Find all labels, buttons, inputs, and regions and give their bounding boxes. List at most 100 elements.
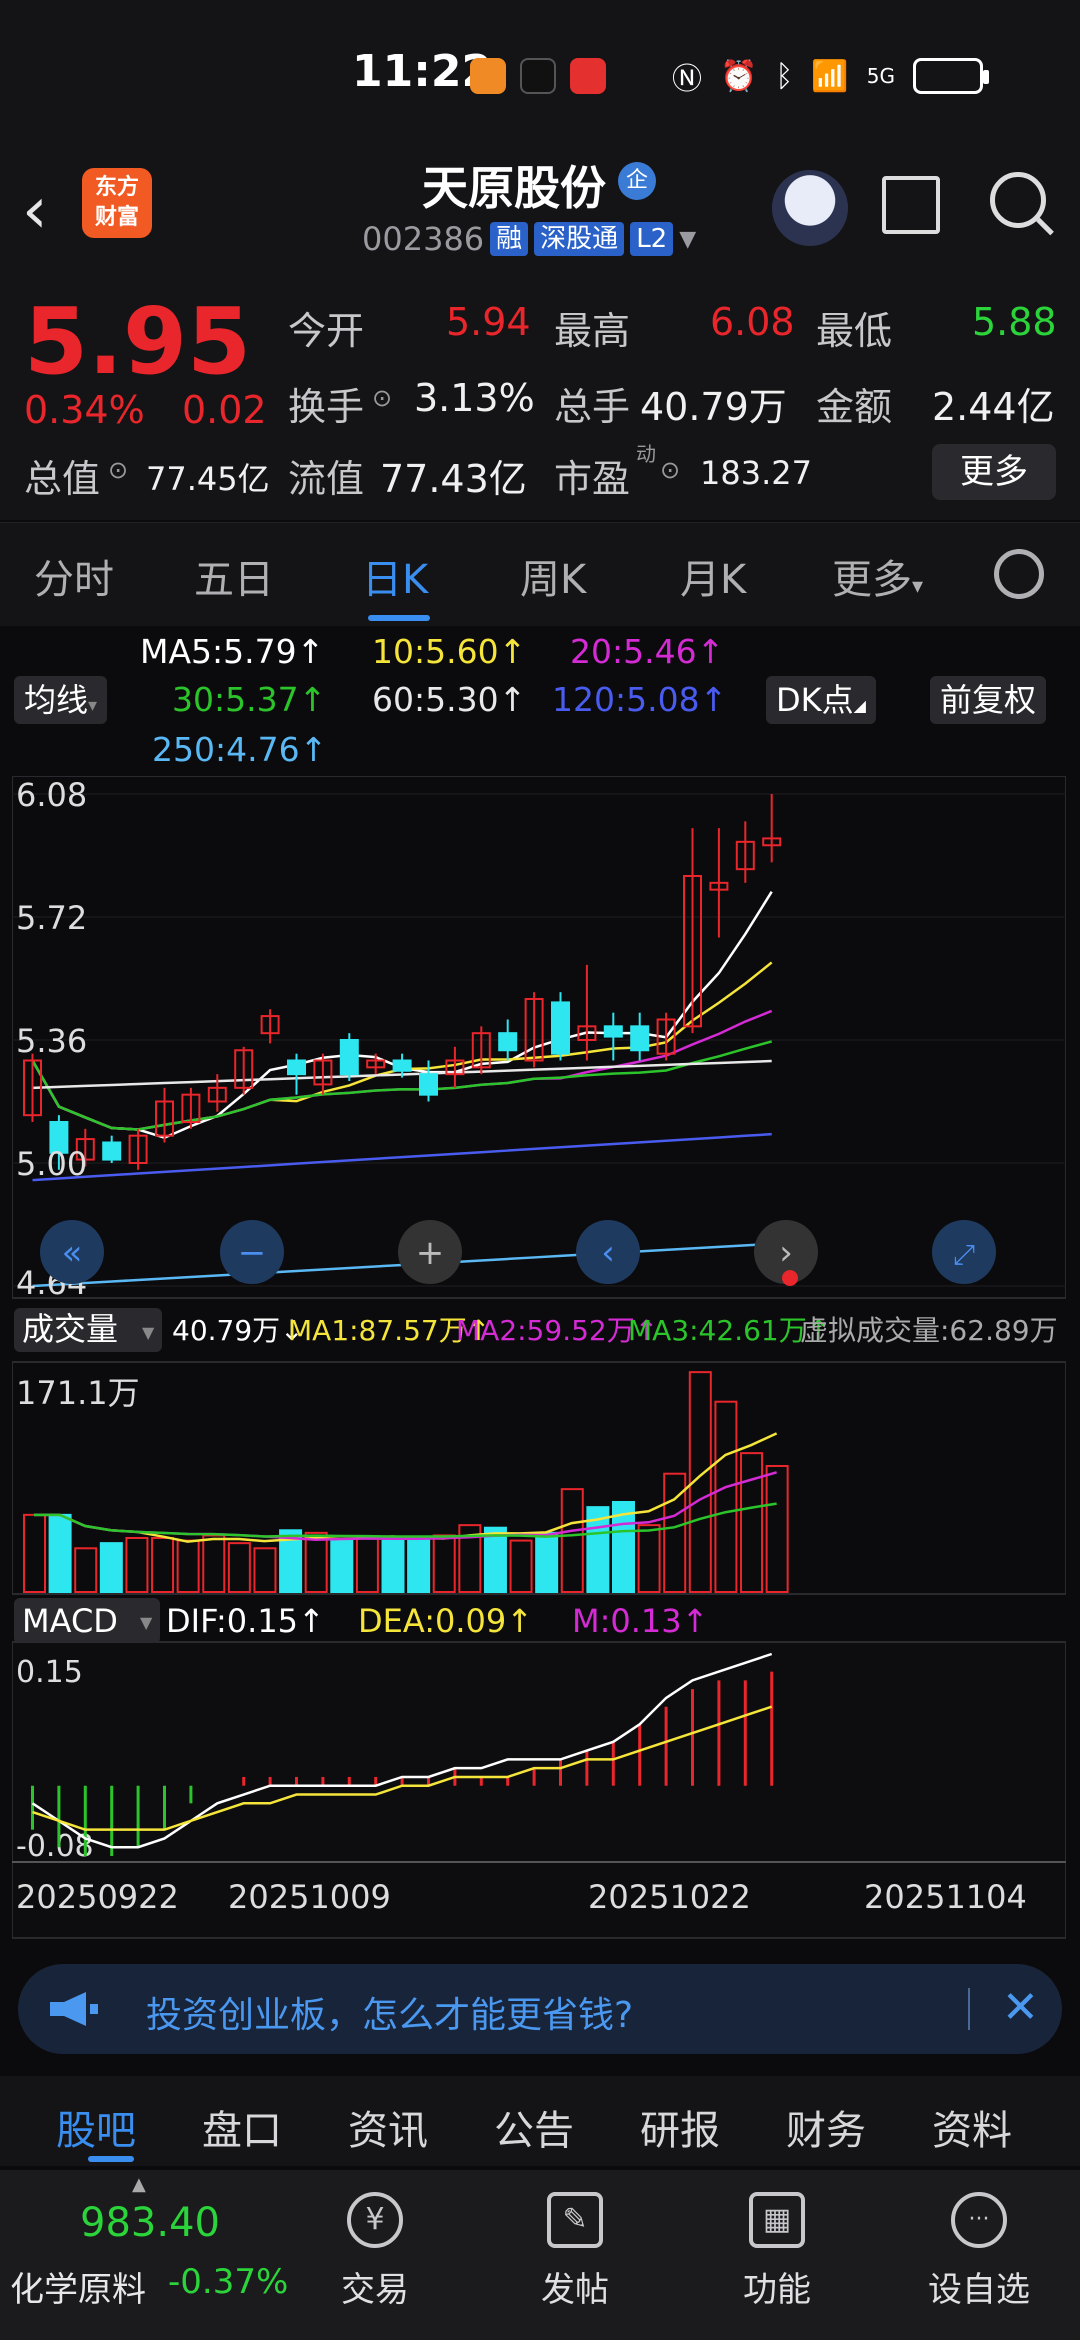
total-cap-info-icon[interactable]: ⊙ bbox=[108, 456, 128, 484]
macd-header: MACD bbox=[22, 1602, 118, 1640]
low-label: 最低 bbox=[816, 309, 893, 353]
volume-bar bbox=[432, 1534, 456, 1594]
tab-research[interactable]: 研报 bbox=[640, 2098, 720, 2156]
candle-body bbox=[419, 1073, 438, 1096]
turnover-value: 3.13% bbox=[414, 376, 535, 420]
yen-trade-icon: ¥ bbox=[347, 2192, 403, 2248]
tab-five-day[interactable]: 五日 bbox=[194, 547, 274, 605]
pe-label: 市盈 bbox=[554, 457, 631, 501]
share-icon[interactable] bbox=[882, 176, 940, 234]
kline-chart[interactable]: 6.085.725.365.004.64 « − + ‹ › ⤢ 成交量 ▼ 4… bbox=[12, 776, 1066, 1946]
tab-weekly-k[interactable]: 周K bbox=[520, 547, 586, 605]
pe-info-icon[interactable]: ⊙ bbox=[660, 456, 680, 484]
tab-active-underline bbox=[368, 615, 430, 621]
ma30-label: 30:5.37↑ bbox=[172, 680, 327, 719]
y-tick-label: 6.08 bbox=[16, 776, 87, 814]
search-icon[interactable] bbox=[990, 172, 1046, 228]
change-percent: 0.34% bbox=[24, 388, 145, 432]
dk-point-label: DK点 bbox=[776, 681, 854, 719]
assistant-robot-icon[interactable] bbox=[772, 170, 848, 246]
vol-ma1-line bbox=[34, 1432, 778, 1543]
date-3: 20251022 bbox=[588, 1878, 751, 1916]
volume-bar bbox=[765, 1464, 789, 1593]
enterprise-badge: 企 bbox=[618, 162, 656, 200]
expand-icon: ⤢ bbox=[953, 1238, 975, 1271]
tab-profile[interactable]: 资料 bbox=[932, 2098, 1012, 2156]
vol-ma3-line bbox=[34, 1502, 777, 1538]
status-app-icons bbox=[470, 58, 606, 94]
sector-index-name[interactable]: 化学原料 bbox=[10, 2262, 146, 2311]
tab-announcements[interactable]: 公告 bbox=[494, 2098, 574, 2156]
grid-function-icon: ▦ bbox=[749, 2192, 805, 2248]
kline-nav-buttons: « − + ‹ › ⤢ bbox=[40, 1220, 996, 1286]
status-bar: 11:22 Ⓝ ⏰ ᛒ 📶 5G bbox=[0, 0, 1080, 150]
tab-financials[interactable]: 财务 bbox=[786, 2098, 866, 2156]
current-price: 5.95 bbox=[24, 288, 251, 395]
ma120-line bbox=[32, 1132, 772, 1182]
tab-intraday[interactable]: 分时 bbox=[34, 547, 114, 605]
volume-bar bbox=[407, 1536, 431, 1594]
more-button[interactable]: 更多 bbox=[932, 444, 1056, 500]
volume-bar bbox=[560, 1488, 584, 1593]
ma10-label: 10:5.60↑ bbox=[372, 632, 527, 671]
y-tick-label: 5.36 bbox=[16, 1022, 87, 1060]
content-tabs: 股吧 盘口 资讯 公告 研报 财务 资料 bbox=[0, 2076, 1080, 2166]
dock-trade-label: 交易 bbox=[341, 2270, 409, 2310]
candle-body bbox=[498, 1032, 518, 1052]
ma250-label: 250:4.76↑ bbox=[152, 730, 328, 769]
dock-functions[interactable]: ▦ 功能 bbox=[722, 2170, 832, 2340]
y-tick-label: 5.00 bbox=[16, 1145, 87, 1183]
index-expand-caret-icon[interactable]: ▲ bbox=[132, 2174, 146, 2195]
banner-divider bbox=[968, 1988, 970, 2030]
dk-point-button[interactable]: DK点◢ bbox=[766, 676, 876, 724]
sector-index-value[interactable]: 983.40 bbox=[80, 2200, 220, 2246]
dock-add-watchlist[interactable]: ··· 设自选 bbox=[924, 2170, 1034, 2340]
tab-more-label: 更多 bbox=[832, 557, 912, 603]
dock-trade[interactable]: ¥ 交易 bbox=[320, 2170, 430, 2340]
indicator-dropdown[interactable]: 均线▾ bbox=[14, 676, 108, 724]
volume-bar bbox=[714, 1400, 738, 1593]
volume-bar bbox=[99, 1542, 123, 1594]
period-tabs: 分时 五日 日K 周K 月K 更多▾ bbox=[0, 522, 1080, 626]
tab-more-caret-icon: ▾ bbox=[912, 574, 924, 599]
turnover-label: 换手 bbox=[288, 385, 365, 429]
volume-caret-icon: ▼ bbox=[142, 1323, 155, 1342]
candles bbox=[23, 794, 782, 1170]
macd-caret-icon: ▼ bbox=[140, 1613, 153, 1632]
dock-post[interactable]: ✎ 发帖 bbox=[520, 2170, 630, 2340]
sector-index-pct: -0.37% bbox=[168, 2262, 289, 2302]
turnover-info-icon[interactable]: ⊙ bbox=[372, 384, 392, 412]
stock-code-row: 002386 融 深股通 L2 ▼ bbox=[362, 220, 696, 258]
macd-dea: DEA:0.09↑ bbox=[358, 1602, 533, 1640]
edit-post-icon: ✎ bbox=[547, 2192, 603, 2248]
candle-body bbox=[287, 1059, 306, 1076]
volume-bar bbox=[74, 1547, 98, 1594]
promo-banner[interactable]: 投资创业板，怎么才能更省钱? ✕ bbox=[18, 1964, 1062, 2054]
macd-dif: DIF:0.15↑ bbox=[166, 1602, 325, 1640]
tab-more[interactable]: 更多▾ bbox=[832, 547, 923, 605]
volume-value: 40.79万↓ bbox=[172, 1314, 304, 1347]
settings-gear-icon[interactable] bbox=[994, 549, 1044, 599]
volume-header: 成交量 bbox=[22, 1310, 118, 1348]
signal-5g-icon: 5G bbox=[866, 64, 895, 88]
tab-monthly-k[interactable]: 月K bbox=[680, 547, 746, 605]
volume-bar bbox=[202, 1534, 226, 1594]
close-icon[interactable]: ✕ bbox=[1002, 1982, 1039, 2033]
dropdown-caret-icon: ▾ bbox=[88, 695, 98, 716]
volume-bar bbox=[48, 1513, 72, 1593]
tab-order-book[interactable]: 盘口 bbox=[202, 2098, 282, 2156]
candle-body bbox=[339, 1039, 359, 1076]
tab-guba[interactable]: 股吧 bbox=[56, 2098, 136, 2156]
tab-news[interactable]: 资讯 bbox=[348, 2098, 428, 2156]
ma120-label: 120:5.08↑ bbox=[552, 680, 728, 719]
ma5-line bbox=[31, 891, 773, 1140]
pe-value: 183.27 bbox=[700, 454, 812, 492]
volume-bar bbox=[176, 1539, 200, 1594]
tab-daily-k[interactable]: 日K bbox=[362, 547, 428, 605]
dropdown-triangle-icon[interactable]: ▼ bbox=[679, 227, 696, 252]
adjust-button[interactable]: 前复权 bbox=[930, 676, 1047, 724]
stock-header: ‹ 东方 财富 天原股份 企 002386 融 深股通 L2 ▼ bbox=[0, 150, 1080, 280]
high-value: 6.08 bbox=[710, 300, 795, 344]
back-chevron-icon[interactable]: ‹ bbox=[22, 174, 48, 248]
volume-bar bbox=[740, 1452, 764, 1594]
